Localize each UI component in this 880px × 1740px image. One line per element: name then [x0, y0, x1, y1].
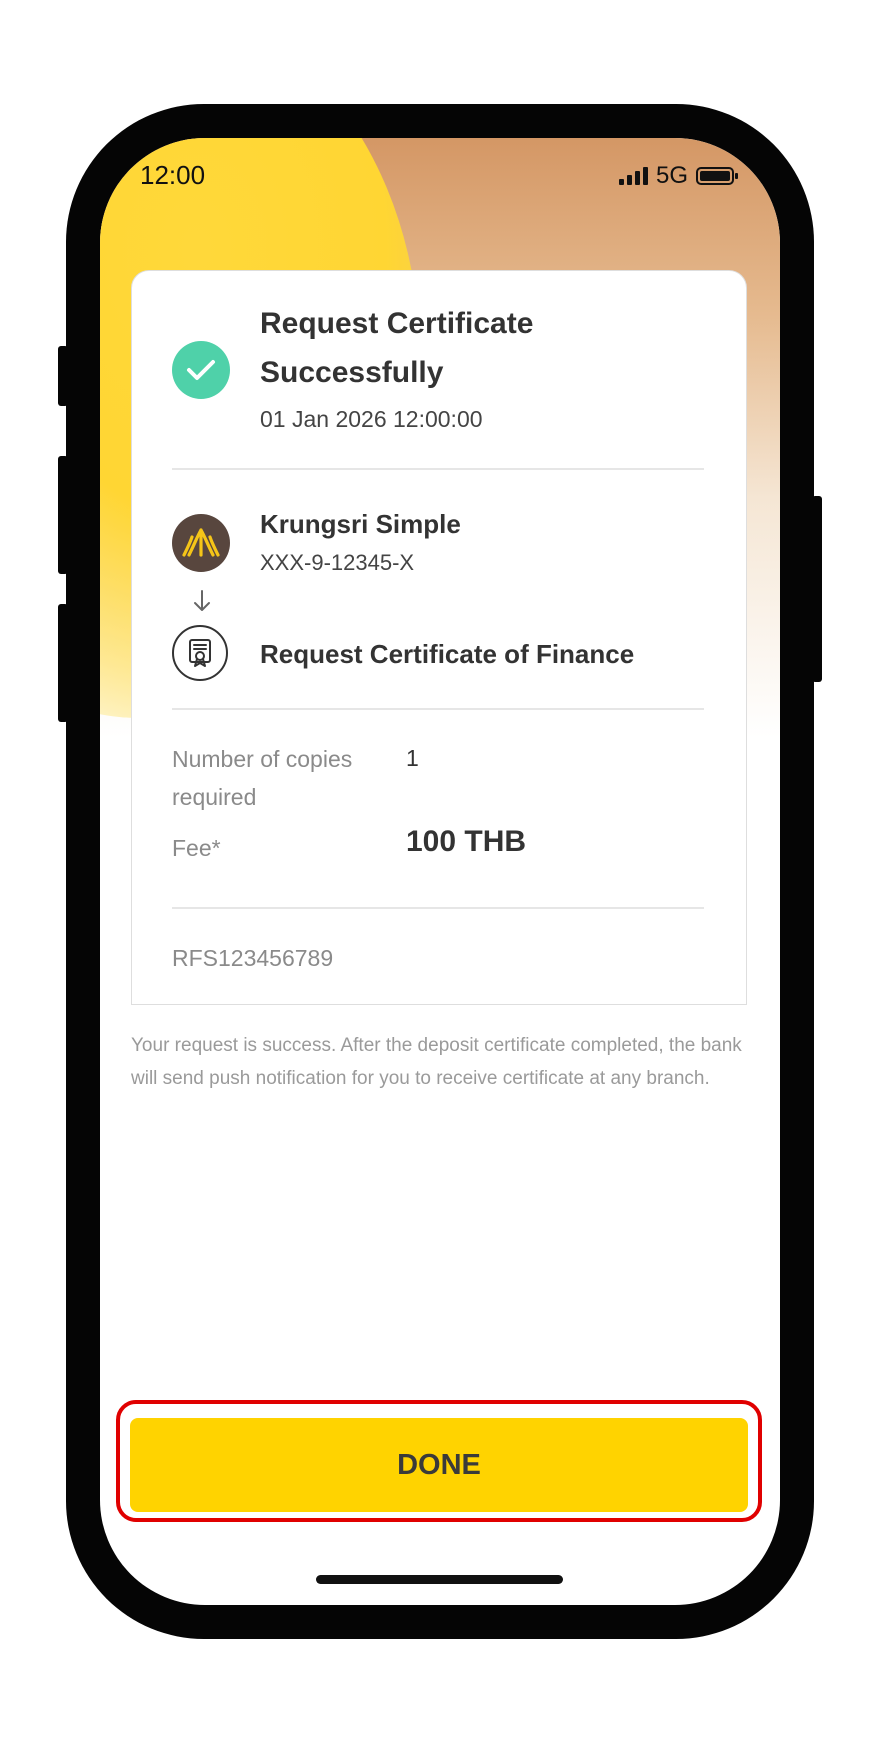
certificate-icon [172, 625, 228, 681]
account-number: XXX-9-12345-X [260, 550, 415, 575]
service-name: Request Certificate of Finance [260, 639, 635, 669]
battery-icon [696, 167, 738, 185]
receipt-card: Request Certificate Successfully 01 Jan … [131, 270, 747, 1005]
done-button[interactable]: DONE [130, 1418, 748, 1512]
reference-number: RFS123456789 [172, 945, 334, 971]
status-time: 12:00 [140, 160, 206, 190]
fee-value: 100 THB [406, 825, 527, 858]
copies-label: Number of copies required [172, 746, 353, 810]
signal-icon [618, 167, 648, 185]
page-title: Request Certificate Successfully [260, 307, 534, 389]
fee-label: Fee* [172, 835, 221, 861]
transaction-datetime: 01 Jan 2026 12:00:00 [260, 406, 483, 432]
check-icon [172, 341, 230, 399]
network-type: 5G [655, 162, 688, 189]
status-bar: 12:00 5G [100, 138, 780, 208]
divider [172, 708, 704, 710]
info-note: Your request is success. After the depos… [131, 1035, 742, 1089]
divider [172, 468, 704, 470]
status-indicators: 5G [618, 162, 738, 190]
krungsri-logo [172, 514, 230, 572]
account-name: Krungsri Simple [260, 509, 461, 539]
copies-value: 1 [406, 745, 419, 771]
arrow-down-icon [192, 589, 212, 618]
phone-screen: 12:00 5G Request Certificate Successfull… [100, 138, 780, 1605]
divider [172, 907, 704, 909]
home-indicator[interactable] [316, 1575, 563, 1584]
